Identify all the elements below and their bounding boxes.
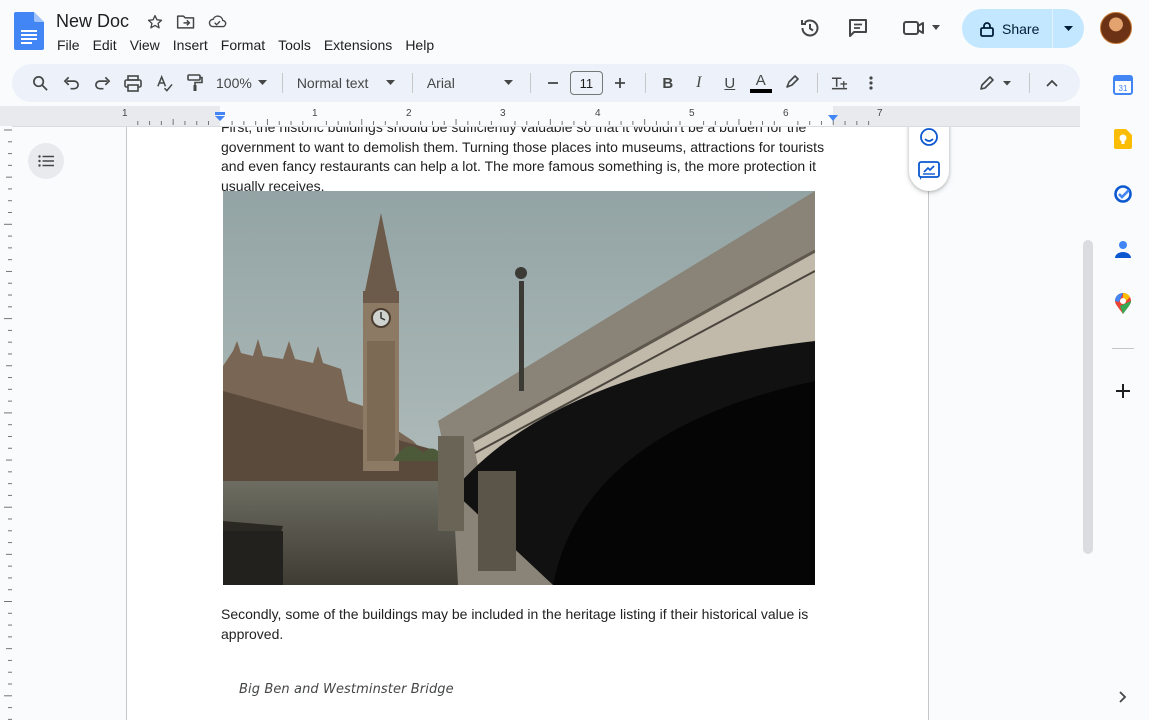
text-options-icon[interactable] bbox=[826, 69, 854, 97]
chevron-down-icon bbox=[257, 80, 267, 85]
side-panel: 31 bbox=[1096, 60, 1149, 720]
share-label: Share bbox=[1002, 20, 1040, 37]
add-emoji-reaction-icon[interactable] bbox=[917, 127, 941, 149]
chevron-down-icon bbox=[503, 80, 513, 85]
zoom-value: 100% bbox=[216, 75, 252, 91]
spelling-check-icon[interactable] bbox=[150, 69, 178, 97]
title-bar: New Doc File Edit View Insert Format Too… bbox=[0, 0, 1149, 60]
ruler-label: 5 bbox=[689, 108, 695, 119]
ruler-label: 1 bbox=[312, 108, 318, 119]
document-canvas: First, the historic buildings should be … bbox=[12, 126, 1080, 720]
text-color-swatch bbox=[749, 89, 772, 93]
increase-font-size-icon[interactable] bbox=[606, 69, 634, 97]
horizontal-ruler[interactable]: 1 1 2 3 4 5 6 7 bbox=[0, 106, 1080, 126]
toolbar-divider bbox=[1029, 73, 1030, 93]
body-paragraph[interactable]: Secondly, some of the buildings may be i… bbox=[221, 605, 833, 644]
right-indent-marker-icon[interactable] bbox=[827, 115, 839, 123]
image-caption[interactable]: Big Ben and Westminster Bridge bbox=[239, 682, 454, 697]
italic-button[interactable]: I bbox=[685, 69, 713, 97]
lock-icon bbox=[980, 21, 994, 37]
chevron-down-icon bbox=[932, 25, 940, 30]
zoom-select[interactable]: 100% bbox=[212, 69, 271, 97]
move-to-folder-icon[interactable] bbox=[176, 12, 196, 32]
ruler-label: 7 bbox=[877, 108, 883, 119]
ruler-label: 4 bbox=[595, 108, 601, 119]
version-history-icon[interactable] bbox=[796, 12, 824, 44]
bold-button[interactable]: B bbox=[654, 69, 682, 97]
menu-help[interactable]: Help bbox=[399, 36, 440, 54]
highlight-color-icon[interactable] bbox=[778, 69, 806, 97]
google-docs-window: New Doc File Edit View Insert Format Too… bbox=[0, 0, 1149, 720]
menu-insert[interactable]: Insert bbox=[167, 36, 214, 54]
toolbar-divider bbox=[411, 73, 413, 93]
document-title[interactable]: New Doc bbox=[56, 11, 129, 32]
underline-button[interactable]: U bbox=[716, 69, 744, 97]
calendar-icon[interactable]: 31 bbox=[1112, 74, 1134, 96]
toolbar-divider bbox=[816, 73, 818, 93]
ruler-label: 1 bbox=[122, 108, 128, 119]
inline-image[interactable] bbox=[223, 191, 815, 585]
share-button[interactable]: Share bbox=[962, 9, 1084, 48]
menu-tools[interactable]: Tools bbox=[272, 36, 317, 54]
share-options-chevron-icon[interactable] bbox=[1053, 9, 1084, 48]
menu-format[interactable]: Format bbox=[215, 36, 271, 54]
chevron-down-icon bbox=[385, 80, 395, 85]
ruler-label: 6 bbox=[783, 108, 789, 119]
menu-edit[interactable]: Edit bbox=[87, 36, 123, 54]
menu-bar: File Edit View Insert Format Tools Exten… bbox=[56, 36, 441, 54]
document-page[interactable]: First, the historic buildings should be … bbox=[126, 127, 929, 720]
tasks-icon[interactable] bbox=[1112, 183, 1134, 205]
paint-format-icon[interactable] bbox=[181, 69, 209, 97]
menu-file[interactable]: File bbox=[56, 36, 86, 54]
floating-action-panel bbox=[909, 127, 949, 191]
more-options-icon[interactable] bbox=[857, 69, 885, 97]
text-color-label: A bbox=[755, 72, 766, 89]
editing-mode-select[interactable] bbox=[972, 69, 1018, 97]
suggest-edits-icon[interactable] bbox=[917, 159, 941, 183]
menu-extensions[interactable]: Extensions bbox=[318, 36, 398, 54]
side-panel-divider bbox=[1112, 348, 1134, 349]
ruler-label: 3 bbox=[500, 108, 506, 119]
account-avatar[interactable] bbox=[1100, 12, 1132, 44]
maps-icon[interactable] bbox=[1112, 293, 1134, 315]
menu-view[interactable]: View bbox=[124, 36, 166, 54]
document-outline-icon[interactable] bbox=[28, 143, 64, 179]
chevron-down-icon bbox=[1003, 80, 1011, 85]
decrease-font-size-icon[interactable] bbox=[539, 69, 567, 97]
ruler-label: 2 bbox=[406, 108, 412, 119]
font-size-input[interactable]: 11 bbox=[569, 71, 603, 95]
meet-icon[interactable] bbox=[898, 12, 944, 44]
text-color-button[interactable]: A bbox=[747, 69, 775, 97]
font-select[interactable]: Arial bbox=[421, 69, 519, 97]
big-ben-bridge-image-icon bbox=[223, 191, 815, 585]
vertical-scrollbar[interactable] bbox=[1083, 240, 1093, 554]
vertical-ruler[interactable] bbox=[0, 126, 12, 720]
cloud-saved-icon[interactable] bbox=[207, 12, 227, 32]
add-icon[interactable] bbox=[1112, 380, 1134, 402]
contacts-icon[interactable] bbox=[1112, 238, 1134, 260]
undo-icon[interactable] bbox=[57, 69, 85, 97]
pencil-icon bbox=[980, 76, 994, 90]
formatting-toolbar: 100% Normal text Arial 11 B I U A bbox=[12, 64, 1080, 102]
docs-logo-icon[interactable] bbox=[14, 12, 44, 50]
print-icon[interactable] bbox=[119, 69, 147, 97]
toolbar-divider bbox=[281, 73, 283, 93]
star-icon[interactable] bbox=[145, 12, 165, 32]
hide-menus-chevron-up-icon[interactable] bbox=[1038, 69, 1066, 97]
keep-icon[interactable] bbox=[1112, 128, 1134, 150]
toolbar-right bbox=[972, 64, 1080, 102]
toolbar-divider bbox=[644, 73, 646, 93]
toolbar-divider bbox=[529, 73, 531, 93]
paragraph-style-select[interactable]: Normal text bbox=[291, 69, 401, 97]
body-paragraph[interactable]: First, the historic buildings should be … bbox=[221, 127, 833, 196]
paragraph-style-value: Normal text bbox=[296, 75, 369, 91]
expand-panel-icon[interactable] bbox=[1112, 686, 1134, 708]
comments-icon[interactable] bbox=[844, 12, 872, 44]
svg-text:31: 31 bbox=[1119, 84, 1128, 93]
font-value: Arial bbox=[426, 75, 455, 91]
search-menus-icon[interactable] bbox=[26, 69, 54, 97]
left-indent-marker-icon[interactable] bbox=[214, 112, 226, 122]
redo-icon[interactable] bbox=[88, 69, 116, 97]
